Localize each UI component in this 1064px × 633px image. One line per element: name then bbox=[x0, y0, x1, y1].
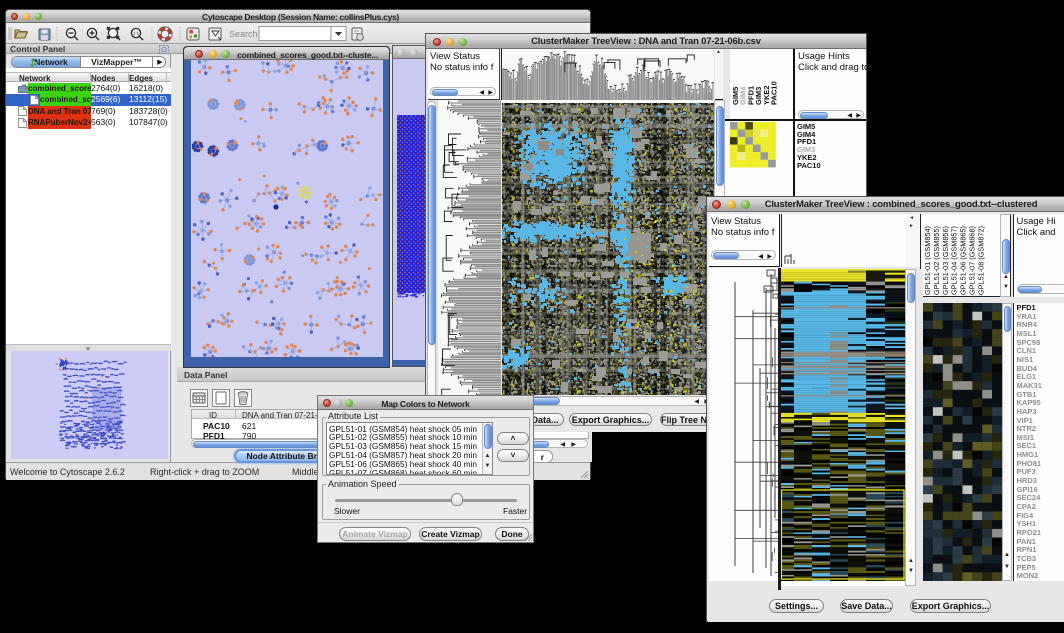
svg-text:GPL51-07 (GSM868): GPL51-07 (GSM868) bbox=[968, 226, 977, 295]
svg-text:GPL51-03 (GSM856): GPL51-03 (GSM856) bbox=[941, 226, 950, 295]
svg-text:Search:: Search: bbox=[229, 29, 260, 39]
svg-text:GPL51-01 (GSM854): GPL51-01 (GSM854) bbox=[923, 226, 932, 295]
svg-text:1:1: 1:1 bbox=[133, 31, 140, 36]
svg-text:GPL51-02 (GSM855): GPL51-02 (GSM855) bbox=[932, 226, 941, 295]
svg-text:GPL51-04 (GSM857): GPL51-04 (GSM857) bbox=[950, 226, 959, 295]
svg-text:GPL51-08 (GSM872): GPL51-08 (GSM872) bbox=[976, 226, 985, 295]
svg-text:GPL51-06 (GSM865): GPL51-06 (GSM865) bbox=[959, 226, 968, 295]
svg-text:PAC10: PAC10 bbox=[770, 81, 779, 105]
